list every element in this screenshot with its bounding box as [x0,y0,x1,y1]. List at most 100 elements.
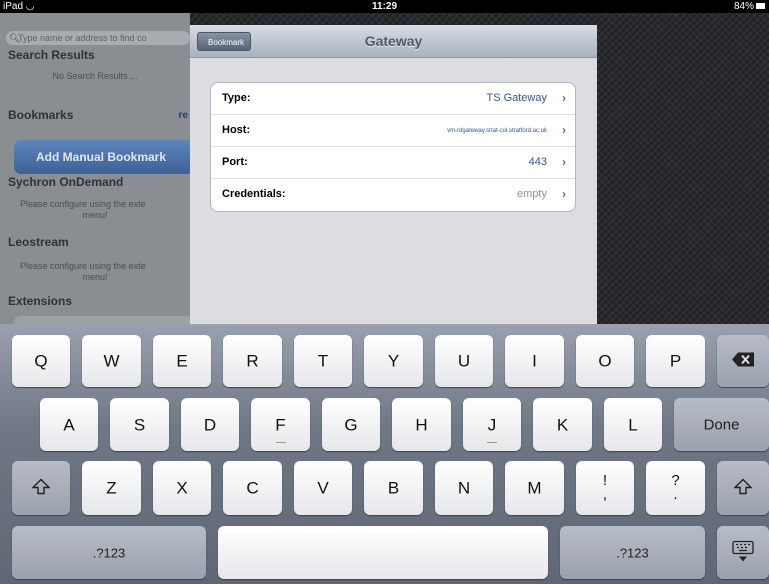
search-placeholder: Type name or address to find co [18,33,147,43]
row-label: Credentials: [222,188,286,200]
key-a[interactable]: A [40,398,98,451]
key-j[interactable]: J [463,398,521,451]
key-w[interactable]: W [82,335,141,387]
key-label: R [246,351,259,371]
leostream-heading: Leostream [8,235,69,249]
row-value: 443 [528,156,547,168]
shift-left-key[interactable] [12,461,70,515]
key-label: .?123 [616,545,649,560]
bookmarks-heading: Bookmarks [8,108,74,122]
numbers-left-key[interactable]: .?123 [12,526,206,579]
sychron-text-2: menu! [82,210,108,220]
key-g[interactable]: G [322,398,380,451]
key-y[interactable]: Y [364,335,423,387]
home-key-bump [275,442,286,443]
add-manual-bookmark-button[interactable]: Add Manual Bookmark [14,140,190,174]
shift-right-key[interactable] [717,461,769,515]
chevron-right-icon: › [562,187,566,201]
key-label: B [387,478,400,498]
keyboard-hide-icon [717,540,769,565]
done-key[interactable]: Done [674,398,769,451]
bookmarks-link[interactable]: re [179,110,188,121]
key-k[interactable]: K [533,398,592,451]
key-label: M [527,478,542,498]
key-label: H [415,415,428,434]
leostream-text: Please configure using the exte [20,261,146,271]
row-value: empty [517,188,547,200]
key-s[interactable]: S [110,398,169,451]
key-label: A [63,415,75,434]
no-search-results: No Search Results ... [52,71,138,81]
key-bottom-char: . [673,486,678,503]
key-z[interactable]: Z [82,461,141,515]
key-h[interactable]: H [392,398,451,451]
key-label: N [457,478,471,498]
row-label: Type: [222,92,251,104]
key-label: P [669,351,682,371]
key-r[interactable]: R [223,335,282,387]
backspace-icon [717,352,769,370]
key-o[interactable]: O [576,335,634,387]
sidebar-search-input[interactable]: 🔍︎ Type name or address to find co [6,31,190,45]
sidebar: 🔍︎ Type name or address to find co Searc… [0,13,190,324]
port-row[interactable]: Port: 443 › [211,147,575,179]
key-label: !, [576,473,634,502]
key-c[interactable]: C [223,461,282,515]
key-v[interactable]: V [294,461,352,515]
key-label: K [556,415,569,434]
type-row[interactable]: Type: TS Gateway › [211,83,575,115]
leostream-text-2: menu! [82,272,108,282]
key-u[interactable]: U [435,335,493,387]
status-battery: 84% [734,1,765,12]
numbers-right-key[interactable]: .?123 [560,526,705,579]
settings-table: Type: TS Gateway › Host: vm-rdgateway.st… [210,82,576,212]
battery-label: 84% [733,1,754,12]
key-label: G [344,415,358,434]
key-f[interactable]: F [251,398,310,451]
key-question-period[interactable]: ?. [646,461,705,515]
key-label: F [275,415,286,434]
credentials-row[interactable]: Credentials: empty › [211,179,575,211]
sychron-text: Please configure using the exte [20,199,146,209]
key-label: I [532,351,537,371]
search-results-heading: Search Results [8,48,95,62]
key-q[interactable]: Q [12,335,70,387]
key-l[interactable]: L [604,398,662,451]
host-row[interactable]: Host: vm-rdgateway.strat-col.stratford.a… [211,115,575,147]
key-p[interactable]: P [646,335,705,387]
row-value: TS Gateway [486,92,547,104]
navigation-bar: Bookmark Gateway [190,25,597,58]
key-label: L [628,415,638,434]
key-i[interactable]: I [505,335,564,387]
key-label: .?123 [92,545,126,560]
chevron-right-icon: › [562,91,566,105]
search-icon: 🔍︎ [9,33,21,43]
page-title: Gateway [364,33,423,49]
backspace-key[interactable] [717,335,769,387]
gateway-panel: Bookmark Gateway Type: TS Gateway › Host… [190,25,597,324]
space-key[interactable] [218,526,548,579]
key-label: J [487,415,497,434]
key-label: W [103,351,120,371]
hide-keyboard-key[interactable] [717,526,769,579]
key-label: ?. [646,473,705,503]
key-label: Z [106,478,117,498]
key-x[interactable]: X [153,461,211,515]
shift-icon [717,478,769,498]
key-n[interactable]: N [435,461,493,515]
key-label: T [317,351,329,371]
status-time: 11:29 [371,1,398,12]
chevron-right-icon: › [562,155,566,169]
extensions-item[interactable] [14,316,190,324]
key-b[interactable]: B [364,461,423,515]
chevron-right-icon: › [562,123,566,137]
key-label: Y [387,351,400,371]
key-label: X [176,478,188,498]
row-label: Port: [222,156,248,168]
key-e[interactable]: E [153,335,211,387]
key-exclamation-comma[interactable]: !, [576,461,634,515]
home-key-bump [487,442,497,443]
key-d[interactable]: D [181,398,239,451]
key-t[interactable]: T [294,335,352,387]
key-m[interactable]: M [505,461,564,515]
